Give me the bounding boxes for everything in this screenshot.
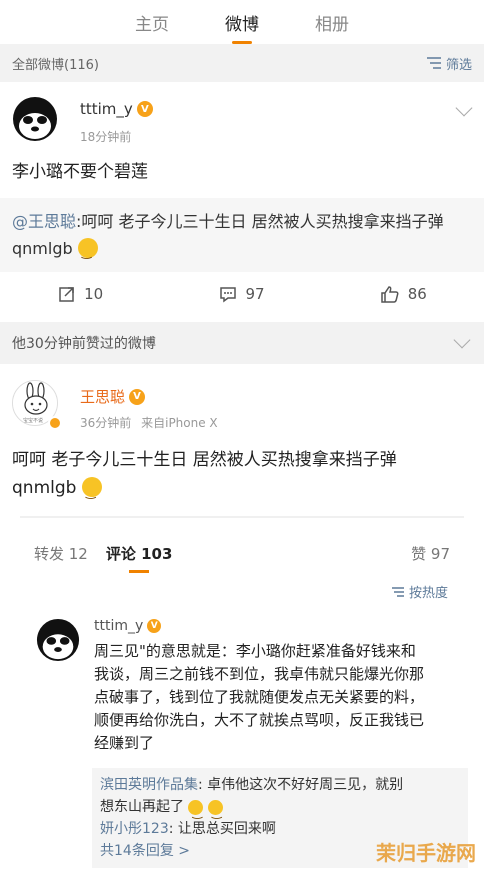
panda-avatar-icon: [36, 618, 80, 662]
post-text-line: 呵呵 老子今儿三十生日 居然被人买热搜拿来挡子弹: [12, 450, 397, 470]
repost-button[interactable]: 10: [0, 272, 161, 316]
like-button[interactable]: 86: [323, 272, 484, 316]
comment-line: 周三见"的意思就是：李小璐你赶紧准备好钱来和: [94, 642, 416, 660]
verified-badge-icon: [48, 416, 62, 430]
reposted-content[interactable]: @王思聪:呵呵 老子今儿三十生日 居然被人买热搜拿来挡子弹 qnmlgb: [0, 198, 484, 272]
panda-avatar-icon: [12, 96, 58, 142]
reposted-text: :呵呵 老子今儿三十生日 居然被人买热搜拿来挡子弹 qnmlgb: [12, 212, 444, 258]
reply-author[interactable]: 滨田英明作品集: [100, 777, 198, 793]
tab-likes[interactable]: 赞 97: [411, 543, 450, 564]
post-text-line: qnmlgb: [12, 474, 482, 506]
liked-label: 他30分钟前赞过的微博: [12, 336, 156, 352]
post-actions: 10 97 86: [0, 272, 484, 316]
chevron-down-icon[interactable]: [455, 99, 473, 117]
liked-section-header: 他30分钟前赞过的微博: [0, 322, 484, 364]
post-time: 18分钟前: [80, 130, 132, 144]
reply-text: : 让思总买回来啊: [168, 821, 276, 837]
post-text: 呵呵 老子今儿三十生日 居然被人买热搜拿来挡子弹 qnmlgb: [12, 446, 482, 506]
reply-item-cont: 想东山再起了: [100, 796, 460, 823]
reply-text: : 卓伟他这次不好好周三见，就别: [198, 777, 404, 793]
filter-icon: [426, 57, 441, 69]
reply-item: 滨田英明作品集: 卓伟他这次不好好周三见，就别: [100, 774, 460, 796]
vip-badge-icon: V: [136, 101, 153, 117]
chevron-down-icon[interactable]: [453, 331, 471, 349]
emoji-icon: [188, 800, 204, 823]
tab-album[interactable]: 相册: [315, 8, 349, 35]
post-username[interactable]: tttim_y V: [80, 100, 153, 118]
comment-line: 经赚到了: [94, 734, 155, 752]
vip-badge-icon: V: [147, 619, 162, 633]
feed-count-label: 全部微博(116): [12, 57, 99, 73]
repost-count: 10: [84, 285, 104, 303]
tab-weibo[interactable]: 微博: [225, 8, 259, 44]
post-time: 36分钟前: [80, 416, 132, 430]
profile-tabs: 主页 微博 相册: [0, 0, 484, 44]
comment-text: 周三见"的意思就是：李小璐你赶紧准备好钱来和 我谈，周三之前钱不到位，我卓伟就只…: [94, 640, 474, 755]
divider: [20, 516, 464, 518]
tab-comments[interactable]: 评论 103: [106, 543, 172, 573]
avatar[interactable]: [12, 96, 58, 142]
filter-label: 筛选: [445, 57, 472, 73]
username-text: tttim_y: [94, 618, 144, 634]
reply-text: 想东山再起了: [100, 799, 184, 815]
post-text: 李小璐不要个碧莲: [12, 162, 148, 182]
like-count: 86: [407, 285, 427, 303]
sort-button[interactable]: 按热度: [391, 582, 448, 601]
tab-home[interactable]: 主页: [135, 8, 169, 35]
smile-emoji-icon: [77, 238, 98, 266]
emoji-icon: [207, 800, 223, 823]
filter-button[interactable]: 筛选: [426, 54, 472, 73]
smile-emoji-icon: [81, 477, 102, 506]
comment-username[interactable]: tttim_y V: [94, 618, 162, 634]
sort-icon: [391, 586, 404, 597]
username-text: tttim_y: [80, 100, 133, 118]
post-source: 来自iPhone X: [141, 416, 218, 430]
liked-weibo-post[interactable]: 宝宝不说 王思聪 V 36分钟前 来自iPhone X 呵呵 老子今儿三十生日 …: [0, 364, 484, 514]
comment-icon: [220, 287, 237, 303]
post-text-tail: qnmlgb: [12, 478, 77, 498]
username-text: 王思聪: [80, 388, 126, 406]
comment-line: 点破事了，钱到位了我就随便发点无关紧要的料，: [94, 688, 425, 706]
comment-count: 97: [245, 285, 265, 303]
comment-line: 我谈，周三之前钱不到位，我卓伟就只能爆光你那: [94, 665, 425, 683]
post-username[interactable]: 王思聪 V: [80, 386, 146, 407]
avatar-caption: 宝宝不说: [23, 418, 44, 424]
mention-link[interactable]: @王思聪: [12, 212, 76, 231]
thumbs-up-icon: [381, 286, 399, 303]
watermark: 茉归手游网: [376, 841, 476, 865]
repost-icon: [59, 287, 74, 302]
comment-tabs: 转发 12 评论 103 赞 97: [0, 536, 484, 573]
tab-reposts[interactable]: 转发 12: [34, 543, 88, 564]
vip-badge-icon: V: [129, 388, 146, 405]
comment-line: 顺便再给你洗白，大不了就挨点骂呗，反正我钱已: [94, 711, 425, 729]
avatar[interactable]: [36, 618, 80, 662]
post-meta: 36分钟前 来自iPhone X: [80, 414, 218, 431]
weibo-post[interactable]: tttim_y V 18分钟前 李小璐不要个碧莲 @王思聪:呵呵 老子今儿三十生…: [0, 82, 484, 316]
comment-button[interactable]: 97: [161, 272, 322, 316]
reply-author[interactable]: 妍小彤123: [100, 821, 169, 837]
feed-header: 全部微博(116) 筛选: [0, 44, 484, 82]
sort-label: 按热度: [408, 586, 448, 601]
